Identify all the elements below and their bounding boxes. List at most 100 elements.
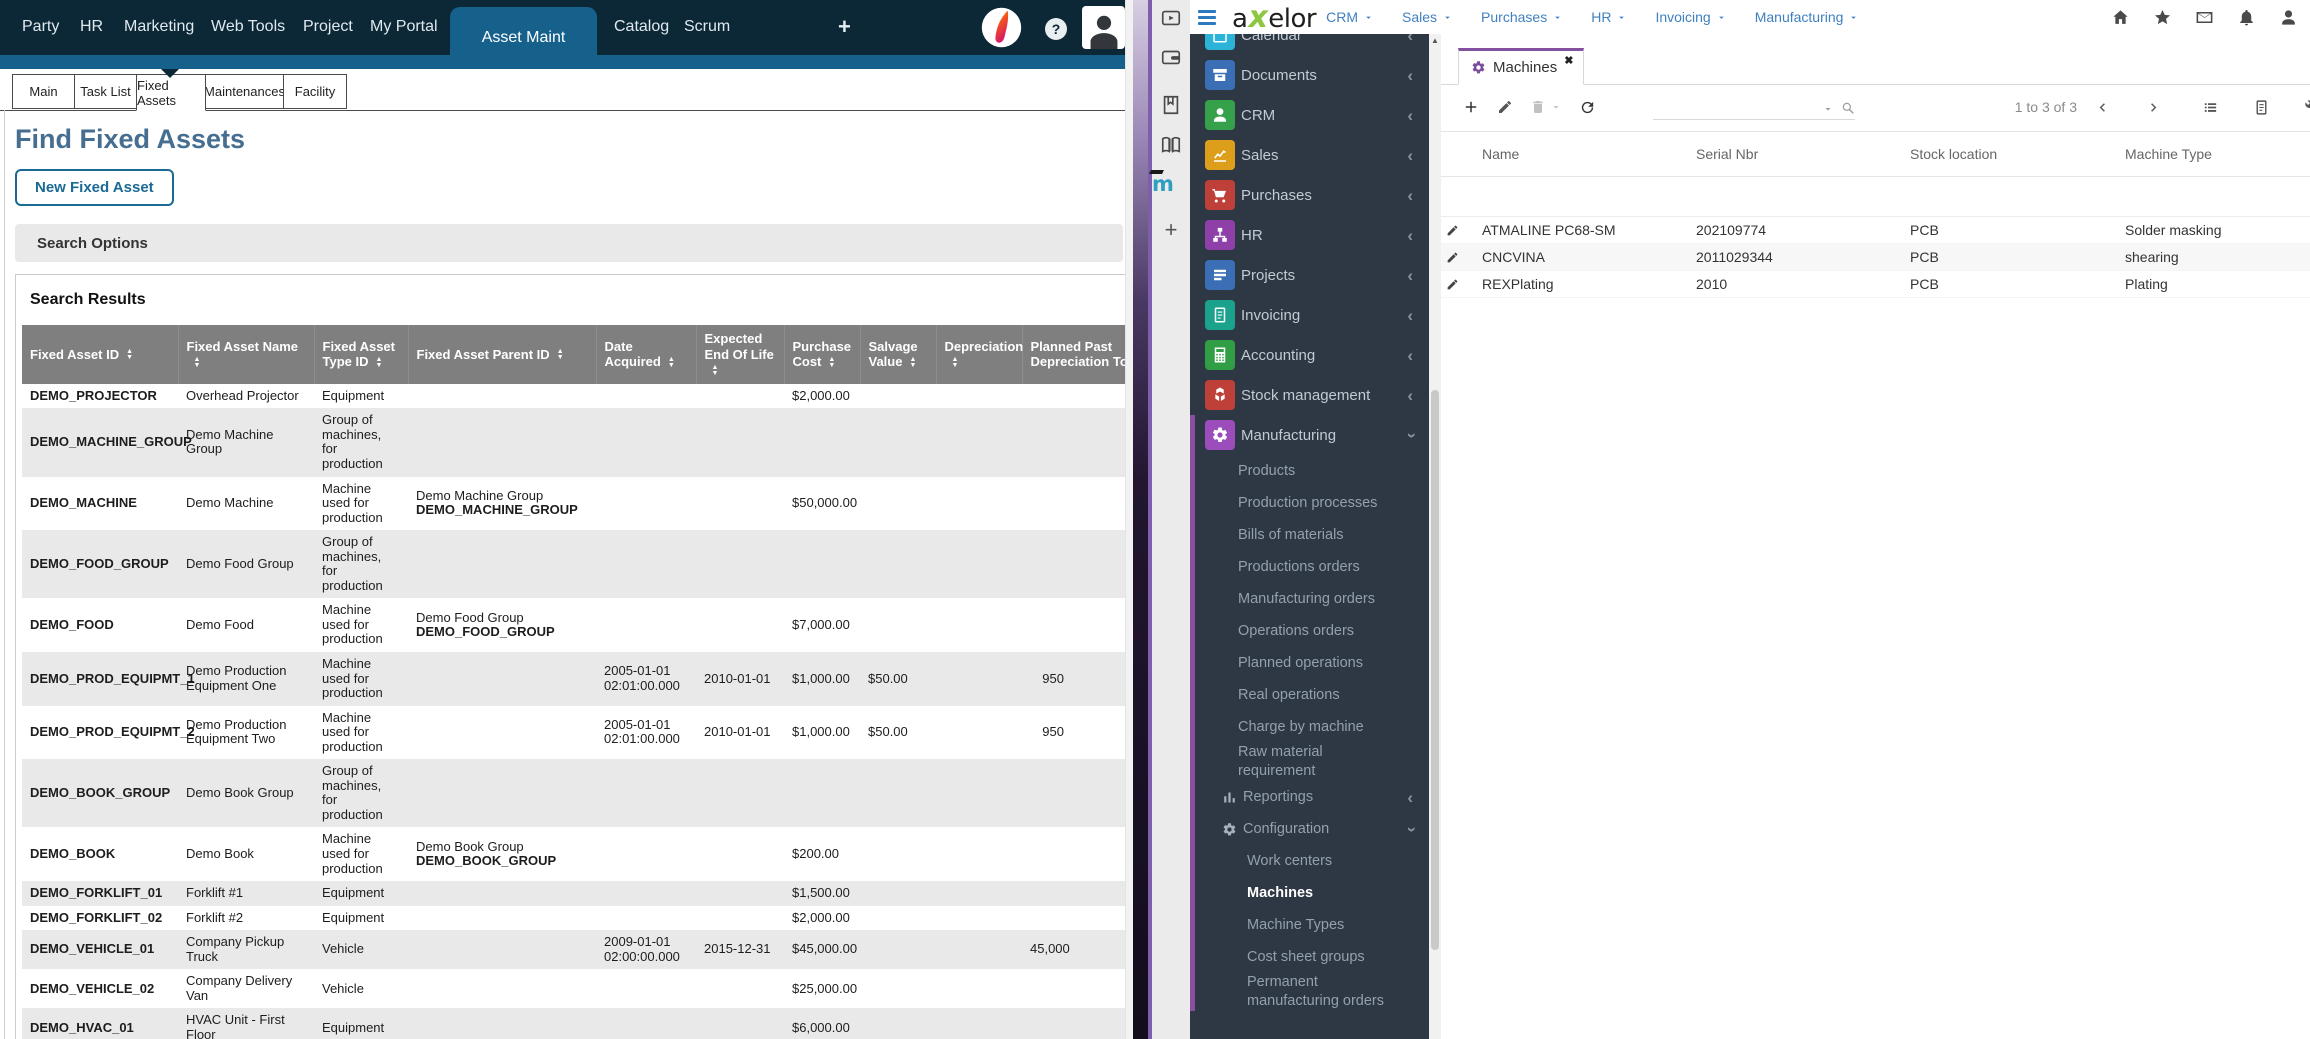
- sidebar-item-planned-operations[interactable]: Planned operations: [1195, 647, 1429, 679]
- sidebar-item-cost-sheet-groups[interactable]: Cost sheet groups: [1195, 941, 1429, 973]
- delete-caret-icon[interactable]: [1550, 101, 1562, 113]
- column-header[interactable]: Expected End Of Life ▲ ▼: [696, 325, 785, 384]
- fixed-asset-row[interactable]: DEMO_FORKLIFT_01 Forklift #1 Equipment $1,5…: [22, 881, 1125, 906]
- menu-sales[interactable]: Sales: [1402, 9, 1453, 25]
- close-tab-icon[interactable]: ✖: [1564, 54, 1573, 67]
- fixed-asset-row[interactable]: DEMO_PROD_EQUIPMT_2 Demo Production Equip…: [22, 706, 1125, 760]
- edit-row-icon[interactable]: [1441, 216, 1477, 244]
- column-header[interactable]: Fixed Asset ID ▲ ▼: [22, 325, 179, 384]
- sidebar-item-projects[interactable]: Projects ‹: [1190, 255, 1429, 295]
- refresh-button[interactable]: [1579, 99, 1596, 116]
- menu-manufacturing[interactable]: Manufacturing: [1755, 9, 1860, 25]
- nav-item-catalog[interactable]: Catalog: [614, 18, 669, 36]
- sidebar-item-reportings[interactable]: Reportings ‹: [1195, 781, 1429, 813]
- nav-item-party[interactable]: Party: [22, 18, 59, 36]
- sidebar-item-documents[interactable]: Documents ‹: [1190, 55, 1429, 95]
- grid-column-header[interactable]: Serial Nbr: [1691, 131, 1905, 177]
- fixed-asset-row[interactable]: DEMO_FORKLIFT_02 Forklift #2 Equipment $2,0…: [22, 906, 1125, 931]
- wallet-icon[interactable]: [1160, 46, 1182, 68]
- scrollbar-thumb[interactable]: [1431, 390, 1439, 950]
- sidebar-scrollbar[interactable]: ▲: [1429, 34, 1441, 1039]
- column-header[interactable]: Fixed Asset Parent ID ▲ ▼: [408, 325, 597, 384]
- fixed-asset-row[interactable]: DEMO_VEHICLE_01 Company Pickup Truck Vehic…: [22, 930, 1125, 970]
- open-book-icon[interactable]: [1160, 134, 1182, 156]
- help-button[interactable]: ?: [1045, 18, 1067, 40]
- column-header[interactable]: Purchase Cost ▲ ▼: [784, 325, 861, 384]
- star-icon[interactable]: [2153, 8, 2172, 27]
- sidebar-item-hr[interactable]: HR ‹: [1190, 215, 1429, 255]
- sidebar-item-products[interactable]: Products: [1195, 455, 1429, 487]
- app-tab-fixed-assets[interactable]: Fixed Assets: [136, 74, 206, 111]
- sidebar-item-work-centers[interactable]: Work centers: [1195, 845, 1429, 877]
- column-header[interactable]: Depreciation ▲ ▼: [936, 325, 1023, 384]
- user-icon[interactable]: [2279, 8, 2298, 27]
- bell-icon[interactable]: [2237, 8, 2256, 27]
- fixed-asset-row[interactable]: DEMO_BOOK_GROUP Demo Book Group Group of m…: [22, 759, 1125, 828]
- fixed-asset-row[interactable]: DEMO_HVAC_01 HVAC Unit - First Floor Equip…: [22, 1008, 1125, 1039]
- app-tab-main[interactable]: Main: [12, 74, 75, 109]
- grid-column-header[interactable]: Machine Type: [2120, 131, 2310, 177]
- machine-row[interactable]: REXPlating 2010 PCB Plating: [1441, 270, 2310, 298]
- grid-column-header[interactable]: Stock location: [1905, 131, 2120, 177]
- edit-row-icon[interactable]: [1441, 243, 1477, 271]
- sidebar-item-productions-orders[interactable]: Productions orders: [1195, 551, 1429, 583]
- search-icon[interactable]: [1841, 101, 1855, 115]
- sidebar-item-operations-orders[interactable]: Operations orders: [1195, 615, 1429, 647]
- sidebar-item-crm[interactable]: CRM ‹: [1190, 95, 1429, 135]
- sidebar-item-manufacturing-orders[interactable]: Manufacturing orders: [1195, 583, 1429, 615]
- add-record-button[interactable]: [1462, 98, 1480, 116]
- new-fixed-asset-button[interactable]: New Fixed Asset: [15, 169, 174, 206]
- nav-item-my-portal[interactable]: My Portal: [370, 18, 438, 36]
- grid-column-header[interactable]: Name: [1477, 131, 1691, 177]
- sidebar-item-machine-types[interactable]: Machine Types: [1195, 909, 1429, 941]
- fixed-asset-row[interactable]: DEMO_MACHINE_GROUP Demo Machine Group Grou…: [22, 408, 1125, 477]
- menu-purchases[interactable]: Purchases: [1481, 9, 1563, 25]
- next-page-icon[interactable]: [2145, 99, 2162, 116]
- fixed-asset-row[interactable]: DEMO_VEHICLE_02 Company Delivery Van Vehic…: [22, 969, 1125, 1008]
- sidebar-item-configuration[interactable]: Configuration ‹: [1195, 813, 1429, 845]
- search-options-bar[interactable]: Search Options: [15, 224, 1123, 262]
- scroll-up-arrow-icon[interactable]: ▲: [1429, 36, 1441, 45]
- sidebar-item-bills-of-materials[interactable]: Bills of materials: [1195, 519, 1429, 551]
- delete-record-button[interactable]: [1530, 99, 1546, 115]
- fixed-asset-row[interactable]: DEMO_PROD_EQUIPMT_1 Demo Production Equip…: [22, 651, 1125, 706]
- sidebar-item-invoicing[interactable]: Invoicing ‹: [1190, 295, 1429, 335]
- sidebar-item-calendar[interactable]: Calendar ‹: [1190, 34, 1429, 55]
- machine-row[interactable]: ATMALINE PC68-SM 202109774 PCB Solder maski…: [1441, 216, 2310, 244]
- menu-crm[interactable]: CRM: [1326, 9, 1374, 25]
- sidebar-item-sales[interactable]: Sales ‹: [1190, 135, 1429, 175]
- sidebar-item-accounting[interactable]: Accounting ‹: [1190, 335, 1429, 375]
- avatar[interactable]: [1082, 6, 1125, 49]
- mail-icon[interactable]: [2195, 8, 2214, 27]
- menu-hr[interactable]: HR: [1591, 9, 1627, 25]
- fixed-asset-row[interactable]: DEMO_FOOD_GROUP Demo Food Group Group of m…: [22, 530, 1125, 599]
- nav-item-scrum[interactable]: Scrum: [684, 18, 730, 36]
- nav-add-button[interactable]: +: [838, 14, 851, 40]
- app-tab-task-list[interactable]: Task List: [74, 74, 137, 109]
- list-view-icon[interactable]: [2202, 99, 2219, 116]
- column-header[interactable]: Salvage Value ▲ ▼: [860, 325, 937, 384]
- axelor-logo[interactable]: a x elor: [1232, 0, 1317, 35]
- sidebar-item-machines[interactable]: Machines: [1195, 877, 1429, 909]
- sidebar-item-purchases[interactable]: Purchases ‹: [1190, 175, 1429, 215]
- column-header[interactable]: Fixed Asset Type ID ▲ ▼: [314, 325, 409, 384]
- new-tab-plus-icon[interactable]: +: [1165, 217, 1178, 243]
- video-display-icon[interactable]: [1160, 7, 1182, 29]
- edit-row-icon[interactable]: [1441, 270, 1477, 298]
- nav-item-marketing[interactable]: Marketing: [124, 18, 194, 36]
- tools-icon[interactable]: [2304, 99, 2310, 115]
- machine-row[interactable]: CNCVINA 2011029344 PCB shearing: [1441, 243, 2310, 271]
- home-icon[interactable]: [2111, 8, 2130, 27]
- menu-invoicing[interactable]: Invoicing: [1655, 9, 1726, 25]
- fixed-asset-row[interactable]: DEMO_BOOK Demo Book Machine used for produ…: [22, 827, 1125, 881]
- nav-item-web-tools[interactable]: Web Tools: [211, 18, 285, 36]
- fixed-asset-row[interactable]: DEMO_PROJECTOR Overhead Projector Equipmen…: [22, 384, 1125, 409]
- column-header[interactable]: Date Acquired ▲ ▼: [596, 325, 697, 384]
- nav-item-hr[interactable]: HR: [80, 18, 103, 36]
- prev-page-icon[interactable]: [2094, 99, 2111, 116]
- sidebar-item-raw-material-requirement[interactable]: Raw material requirement: [1195, 743, 1429, 781]
- search-caret-icon[interactable]: [1822, 103, 1834, 115]
- column-header[interactable]: Fixed Asset Name ▲ ▼: [178, 325, 315, 384]
- saved-book-icon[interactable]: [1160, 94, 1182, 116]
- sidebar-item-permanent-manufacturing-orders[interactable]: Permanent manufacturing orders: [1195, 973, 1429, 1011]
